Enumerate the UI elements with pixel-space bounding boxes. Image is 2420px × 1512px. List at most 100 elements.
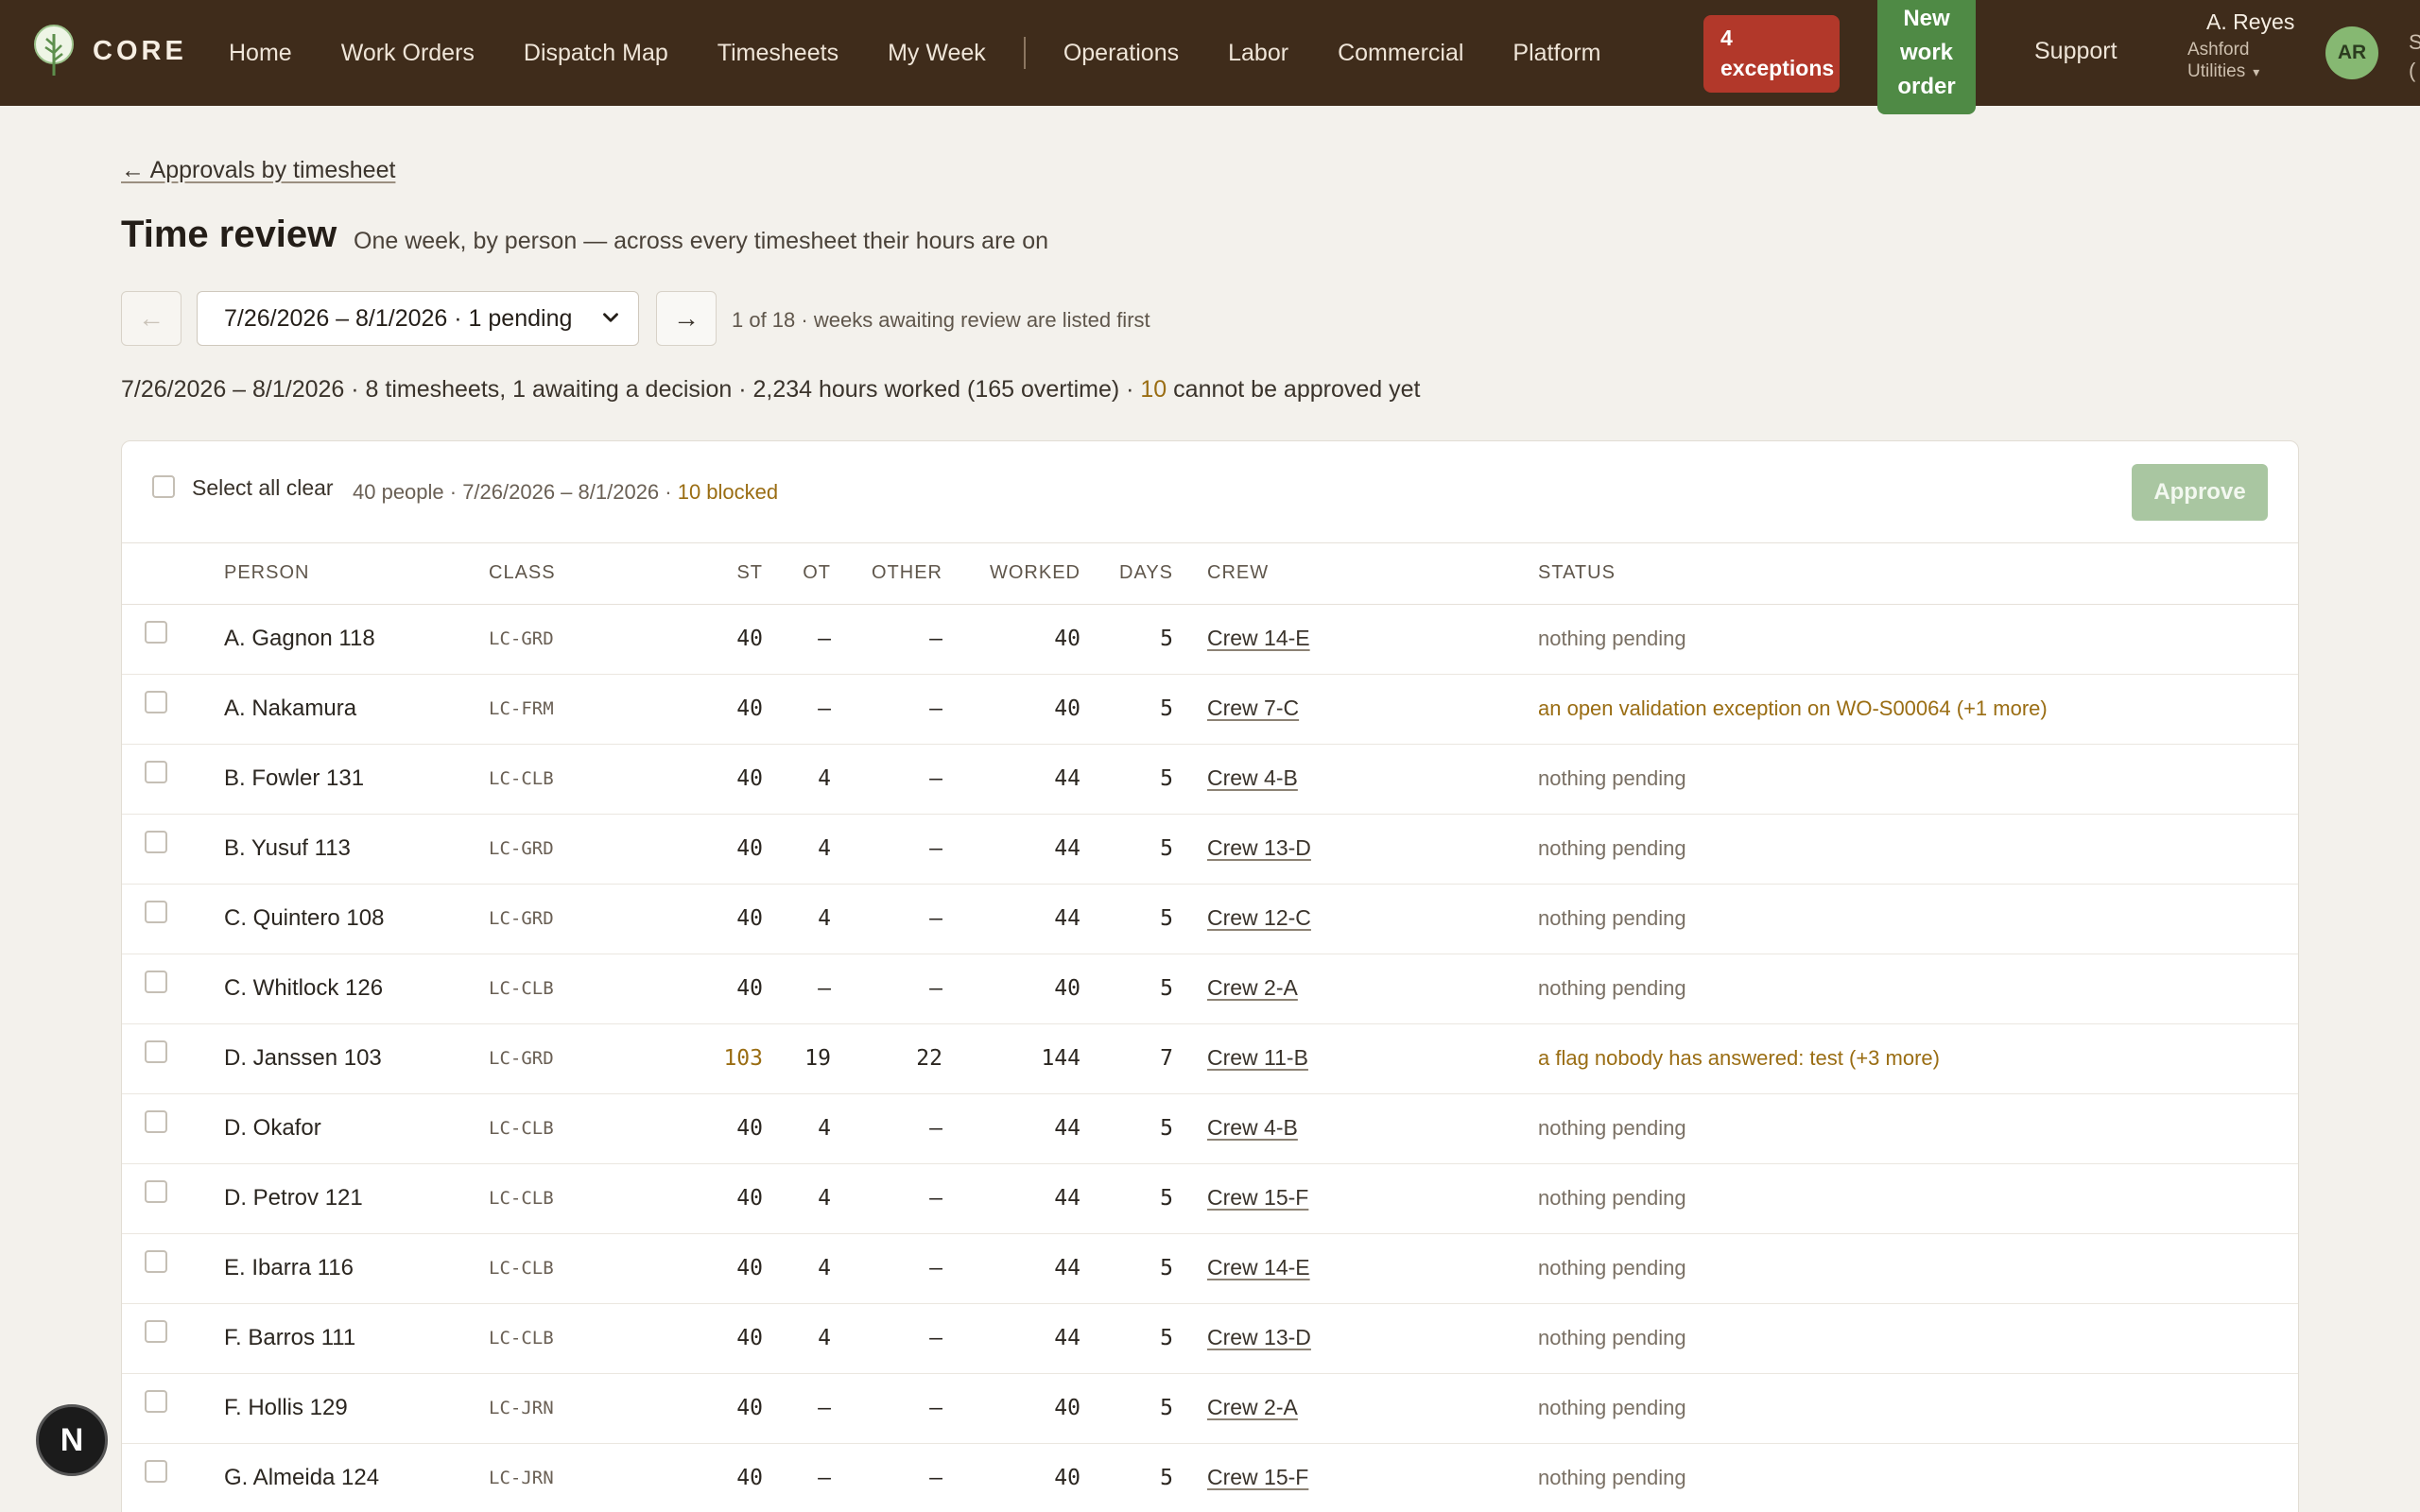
table-row[interactable]: D. Janssen 103 LC-GRD 103 19 22 144 7 Crew 11-B… [122, 1023, 2298, 1094]
nav-item-timesheets[interactable]: Timesheets [717, 40, 838, 67]
row-checkbox[interactable] [145, 760, 167, 783]
crew-cell: Crew 4-B [1173, 1093, 1538, 1164]
person-cell: B. Yusuf 113 [224, 814, 489, 885]
back-link[interactable]: ← Approvals by timesheet [121, 157, 395, 184]
user-menu[interactable]: A. Reyes Ashford Utilities ▾ [2187, 9, 2294, 83]
days-cell: 5 [1080, 1303, 1173, 1374]
table-row[interactable]: E. Ibarra 116 LC-CLB 40 4–44 5 Crew 14-E nothi… [122, 1233, 2298, 1304]
table-row[interactable]: C. Whitlock 126 LC-CLB 40– –40 5 Crew 2-A noth… [122, 954, 2298, 1024]
col-crew[interactable]: CREW [1173, 543, 1538, 605]
crew-cell: Crew 12-C [1173, 884, 1538, 954]
crew-link[interactable]: Crew 13-D [1207, 835, 1311, 860]
crew-link[interactable]: Crew 13-D [1207, 1325, 1311, 1349]
table-row[interactable]: F. Hollis 129 LC-JRN 40– –40 5 Crew 2-A nothin… [122, 1373, 2298, 1444]
row-checkbox[interactable] [145, 1109, 167, 1133]
support-link[interactable]: Support [2034, 38, 2118, 65]
crew-link[interactable]: Crew 4-B [1207, 1115, 1298, 1140]
col-st[interactable]: ST [706, 543, 763, 605]
days-cell: 5 [1080, 1233, 1173, 1304]
days-cell: 5 [1080, 1443, 1173, 1512]
st-cell: 40 [706, 674, 763, 745]
table-row[interactable]: A. Gagnon 118 LC-GRD 40– –40 5 Crew 14-E nothi… [122, 604, 2298, 675]
col-other[interactable]: OTHER [831, 543, 942, 605]
nav-item-work-orders[interactable]: Work Orders [341, 40, 475, 67]
approve-button[interactable]: Approve [2132, 464, 2268, 521]
nav-item-labor[interactable]: Labor [1228, 40, 1288, 67]
brand[interactable]: CORE [32, 25, 187, 77]
nav-item-commercial[interactable]: Commercial [1338, 40, 1463, 67]
table-row[interactable]: G. Almeida 124 LC-JRN 40– –40 5 Crew 15-F noth… [122, 1443, 2298, 1512]
crew-link[interactable]: Crew 4-B [1207, 765, 1298, 790]
nav-item-operations[interactable]: Operations [1063, 40, 1179, 67]
row-checkbox[interactable] [145, 900, 167, 923]
table-row[interactable]: F. Barros 111 LC-CLB 40 4–44 5 Crew 13-D nothi… [122, 1303, 2298, 1374]
crew-link[interactable]: Crew 2-A [1207, 1395, 1298, 1419]
col-status[interactable]: STATUS [1538, 543, 2298, 605]
prev-week-button[interactable]: ← [121, 291, 182, 346]
crew-link[interactable]: Crew 12-C [1207, 905, 1311, 930]
crew-link[interactable]: Crew 14-E [1207, 1255, 1310, 1280]
crew-link[interactable]: Crew 15-F [1207, 1185, 1308, 1210]
row-checkbox[interactable] [145, 690, 167, 713]
row-checkbox[interactable] [145, 1389, 167, 1413]
ot-cell: 4 [763, 1163, 831, 1234]
tree-icon [34, 25, 74, 76]
crew-link[interactable]: Crew 15-F [1207, 1465, 1308, 1489]
nav-item-platform[interactable]: Platform [1512, 40, 1600, 67]
status-cell: nothing pending [1538, 1163, 2298, 1234]
row-select-cell [122, 954, 224, 1024]
row-checkbox[interactable] [145, 620, 167, 644]
row-checkbox[interactable] [145, 1249, 167, 1273]
person-cell: E. Ibarra 116 [224, 1233, 489, 1304]
other-cell: – [831, 744, 942, 815]
crew-cell: Crew 13-D [1173, 1303, 1538, 1374]
page-subtitle: One week, by person — across every times… [354, 228, 1049, 254]
row-checkbox[interactable] [145, 1179, 167, 1203]
table-row[interactable]: B. Yusuf 113 LC-GRD 40 4–44 5 Crew 13-D nothin… [122, 814, 2298, 885]
exceptions-button[interactable]: 4 exceptions [1703, 15, 1840, 93]
exceptions-label: exceptions [1720, 56, 1835, 80]
nav-item-home[interactable]: Home [229, 40, 292, 67]
row-select-cell [122, 1443, 224, 1512]
table-row[interactable]: D. Okafor LC-CLB 40 4–44 5 Crew 4-B nothing pe… [122, 1093, 2298, 1164]
table-row[interactable]: D. Petrov 121 LC-CLB 40 4–44 5 Crew 15-F nothi… [122, 1163, 2298, 1234]
table-row[interactable]: C. Quintero 108 LC-GRD 40 4–44 5 Crew 12-C not… [122, 884, 2298, 954]
blocked-count: 10 blocked [677, 480, 779, 504]
crew-cell: Crew 15-F [1173, 1163, 1538, 1234]
nav-item-dispatch-map[interactable]: Dispatch Map [524, 40, 668, 67]
new-work-order-button[interactable]: New work order [1877, 0, 1976, 114]
row-select-cell [122, 1163, 224, 1234]
crew-link[interactable]: Crew 2-A [1207, 975, 1298, 1000]
user-org-text1: Ashford [2187, 40, 2250, 60]
crew-link[interactable]: Crew 11-B [1207, 1045, 1308, 1070]
col-worked[interactable]: WORKED [942, 543, 1080, 605]
crew-link[interactable]: Crew 14-E [1207, 626, 1310, 650]
table-row[interactable]: A. Nakamura LC-FRM 40– –40 5 Crew 7-C an open … [122, 674, 2298, 745]
col-person[interactable]: PERSON [224, 543, 489, 605]
summary-text-a: 7/26/2026 – 8/1/2026 · 8 timesheets, 1 a… [121, 376, 1141, 403]
row-checkbox[interactable] [145, 1459, 167, 1483]
new-wo-label-line1: New [1903, 6, 1950, 31]
col-ot[interactable]: OT [763, 543, 831, 605]
row-checkbox[interactable] [145, 970, 167, 993]
crew-cell: Crew 2-A [1173, 1373, 1538, 1444]
row-checkbox[interactable] [145, 1040, 167, 1063]
user-org-line1: Ashford [2187, 39, 2294, 60]
next-week-button[interactable]: → [656, 291, 717, 346]
select-all-checkbox[interactable] [152, 475, 175, 498]
dev-tools-badge[interactable]: N [36, 1404, 108, 1476]
nav-item-my-week[interactable]: My Week [888, 40, 986, 67]
class-cell: LC-CLB [489, 744, 706, 815]
avatar[interactable]: AR [2325, 26, 2378, 79]
person-cell: D. Petrov 121 [224, 1163, 489, 1234]
col-days[interactable]: DAYS [1080, 543, 1173, 605]
select-all-label[interactable]: Select all clear [192, 475, 334, 501]
col-class[interactable]: CLASS [489, 543, 706, 605]
row-checkbox[interactable] [145, 830, 167, 853]
clipped-nav-item[interactable]: S ( [2409, 28, 2420, 85]
table-row[interactable]: B. Fowler 131 LC-CLB 40 4–44 5 Crew 4-B nothin… [122, 744, 2298, 815]
week-select[interactable]: 7/26/2026 – 8/1/2026 · 1 pending [197, 291, 639, 346]
crew-link[interactable]: Crew 7-C [1207, 696, 1299, 720]
ot-cell: – [763, 674, 831, 745]
row-checkbox[interactable] [145, 1319, 167, 1343]
